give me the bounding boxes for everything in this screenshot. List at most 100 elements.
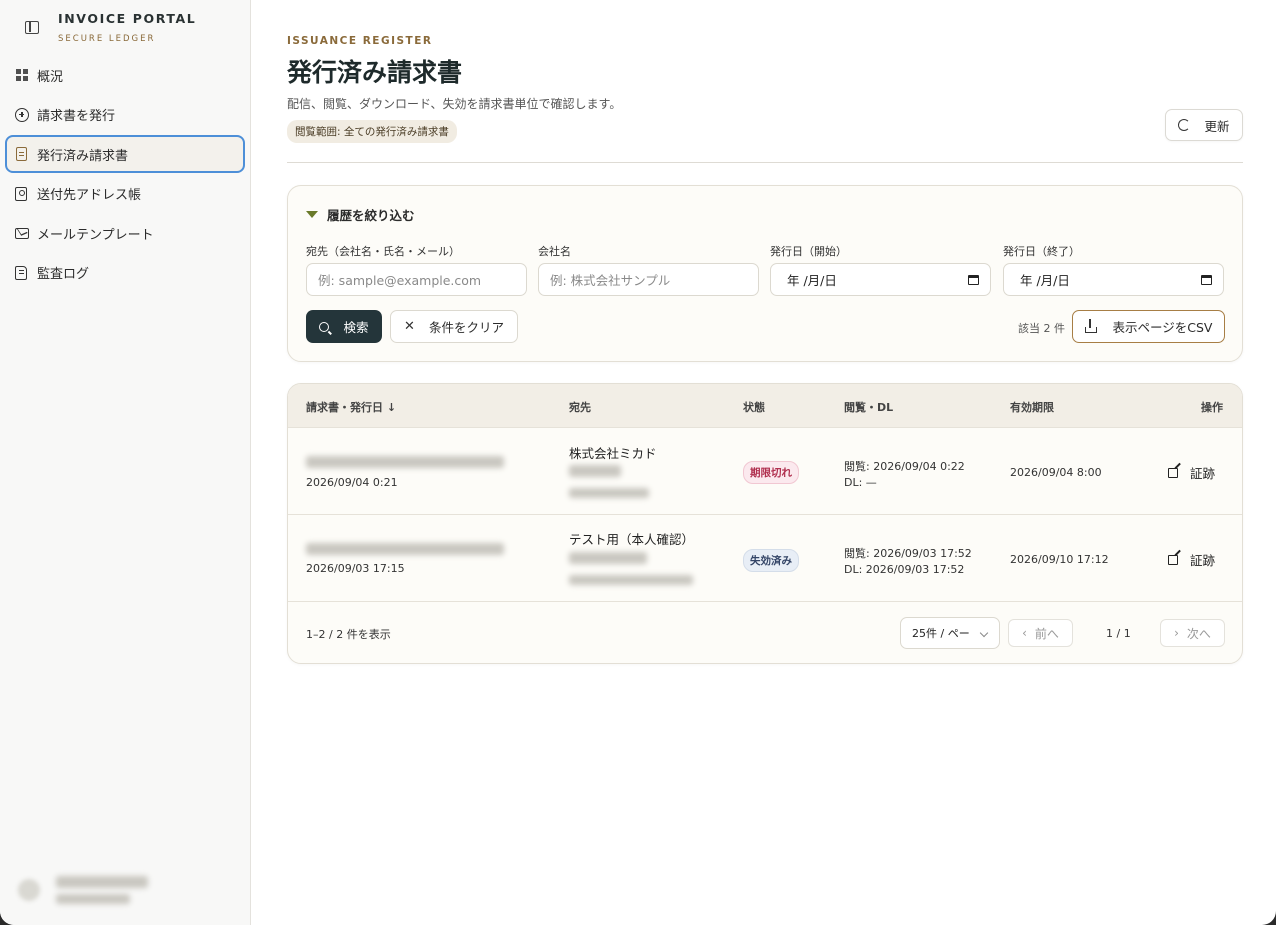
- prev-label: 前へ: [1034, 626, 1059, 641]
- table-footer: 1–2 / 2 件を表示 25件 / ペー ‹ 前へ 1 / 1 › 次へ: [288, 602, 1242, 662]
- page-description: 配信、閲覧、ダウンロード、失効を請求書単位で確認します。: [287, 97, 622, 111]
- view-time: 閲覧: 2026/09/03 17:52: [844, 547, 972, 560]
- page-eyebrow: ISSUANCE REGISTER: [287, 35, 433, 47]
- date-end-label: 発行日（終了）: [1003, 245, 1080, 258]
- sort-desc-icon: ↓: [386, 401, 397, 414]
- page-size-select[interactable]: 25件 / ペー: [900, 617, 1000, 649]
- date-start-label: 発行日（開始）: [770, 245, 847, 258]
- sidebar-toggle-icon[interactable]: [24, 19, 40, 35]
- filter-panel: 履歴を絞り込む 宛先（会社名・氏名・メール） 例: sample@example…: [287, 185, 1243, 362]
- document-icon: [16, 147, 27, 162]
- sidebar-item-label: 請求書を発行: [37, 109, 116, 125]
- recipient-company: テスト用（本人確認）: [569, 532, 695, 547]
- date-end-value: 年 /月/日: [1020, 273, 1070, 288]
- view-time: 閲覧: 2026/09/04 0:22: [844, 460, 965, 473]
- redacted-recipient-name: [569, 465, 621, 477]
- user-profile[interactable]: [18, 876, 148, 904]
- sidebar-item-audit-log[interactable]: 監査ログ: [5, 254, 245, 292]
- recipient-filter: 宛先（会社名・氏名・メール） 例: sample@example.com: [306, 243, 527, 296]
- refresh-button[interactable]: 更新: [1165, 109, 1243, 141]
- audit-trail-label: 証跡: [1190, 466, 1216, 481]
- download-time: DL: —: [844, 476, 877, 489]
- audit-trail-link[interactable]: 証跡: [1168, 550, 1215, 569]
- company-input[interactable]: 例: 株式会社サンプル: [538, 263, 759, 296]
- company-filter: 会社名 例: 株式会社サンプル: [538, 243, 759, 296]
- column-header-views: 閲覧・DL: [844, 401, 894, 414]
- filter-heading-text: 履歴を絞り込む: [327, 208, 415, 223]
- date-start-input[interactable]: 年 /月/日: [770, 263, 991, 296]
- filter-heading: 履歴を絞り込む: [306, 205, 415, 224]
- column-header-status: 状態: [743, 401, 765, 414]
- sidebar-item-label: 概況: [37, 69, 64, 85]
- app-window: INVOICE PORTAL SECURE LEDGER 概況 請求書を発行 発…: [0, 0, 1276, 925]
- recipient-field-label: 宛先（会社名・氏名・メール）: [306, 245, 460, 258]
- status-badge: 失効済み: [743, 549, 799, 572]
- csv-label: 表示ページをCSV: [1112, 320, 1213, 335]
- status-badge: 期限切れ: [743, 461, 799, 484]
- avatar: [18, 879, 40, 901]
- clear-filters-button[interactable]: ✕ 条件をクリア: [390, 310, 518, 343]
- redacted-recipient-name: [569, 552, 647, 564]
- plus-circle-icon: [15, 107, 29, 122]
- sidebar-item-issue-invoice[interactable]: 請求書を発行: [5, 96, 245, 134]
- redacted-invoice-number: [306, 543, 504, 555]
- page-title: 発行済み請求書: [287, 58, 463, 87]
- calendar-icon[interactable]: [968, 274, 979, 285]
- download-icon: [1084, 318, 1097, 333]
- sidebar-item-overview[interactable]: 概況: [5, 56, 245, 94]
- sidebar-item-address-book[interactable]: 送付先アドレス帳: [5, 175, 245, 213]
- column-header-expiry: 有効期限: [1010, 401, 1054, 414]
- recipient-input[interactable]: 例: sample@example.com: [306, 263, 527, 296]
- sidebar-item-mail-templates[interactable]: メールテンプレート: [5, 214, 245, 252]
- date-start-value: 年 /月/日: [787, 273, 837, 288]
- search-label: 検索: [343, 320, 369, 335]
- main-content: ISSUANCE REGISTER 発行済み請求書 配信、閲覧、ダウンロード、失…: [251, 0, 1276, 925]
- refresh-icon: [1178, 119, 1191, 131]
- brand-subtitle: SECURE LEDGER: [58, 34, 156, 44]
- external-link-icon: [1168, 554, 1178, 565]
- divider: [287, 162, 1243, 163]
- pagination-summary: 1–2 / 2 件を表示: [306, 628, 391, 641]
- expiry-date: 2026/09/10 17:12: [1010, 553, 1109, 566]
- redacted-user-email: [56, 894, 130, 904]
- filter-icon: [306, 211, 318, 218]
- export-csv-button[interactable]: 表示ページをCSV: [1072, 310, 1225, 343]
- expiry-date: 2026/09/04 8:00: [1010, 466, 1102, 479]
- redacted-recipient-email: [569, 488, 649, 498]
- recipient-company: 株式会社ミカド: [569, 446, 657, 461]
- date-end-filter: 発行日（終了） 年 /月/日: [1003, 243, 1224, 296]
- issued-date: 2026/09/04 0:21: [306, 476, 398, 489]
- mail-icon: [15, 227, 29, 239]
- sidebar-item-label: 送付先アドレス帳: [37, 188, 142, 204]
- brand: INVOICE PORTAL SECURE LEDGER: [24, 11, 196, 44]
- close-icon: ✕: [404, 319, 415, 334]
- sidebar-item-label: メールテンプレート: [37, 227, 154, 243]
- column-header-actions: 操作: [1201, 401, 1223, 414]
- refresh-label: 更新: [1204, 118, 1230, 134]
- prev-page-button[interactable]: ‹ 前へ: [1008, 619, 1073, 647]
- sidebar-item-issued-invoices[interactable]: 発行済み請求書: [5, 135, 245, 174]
- page-indicator: 1 / 1: [1106, 627, 1131, 640]
- issued-date: 2026/09/03 17:15: [306, 562, 405, 575]
- contact-book-icon: [15, 186, 27, 201]
- redacted-invoice-number: [306, 456, 504, 468]
- company-field-label: 会社名: [538, 245, 571, 258]
- redacted-user-name: [56, 876, 148, 888]
- column-header-recipient: 宛先: [569, 401, 591, 414]
- sidebar-item-label: 監査ログ: [37, 267, 90, 283]
- calendar-icon[interactable]: [1201, 274, 1212, 285]
- invoices-table: 請求書・発行日 ↓ 宛先 状態 閲覧・DL 有効期限 操作 2026/09/04…: [287, 383, 1243, 664]
- sidebar: INVOICE PORTAL SECURE LEDGER 概況 請求書を発行 発…: [0, 0, 251, 925]
- audit-trail-link[interactable]: 証跡: [1168, 463, 1215, 482]
- sidebar-item-label: 発行済み請求書: [37, 148, 129, 164]
- download-time: DL: 2026/09/03 17:52: [844, 563, 965, 576]
- scroll-icon: [15, 265, 27, 280]
- clear-label: 条件をクリア: [428, 320, 504, 335]
- column-header-invoice[interactable]: 請求書・発行日 ↓: [306, 399, 396, 415]
- chevron-left-icon: ‹: [1022, 626, 1027, 640]
- scope-badge: 閲覧範囲: 全ての発行済み請求書: [287, 120, 457, 143]
- result-count: 該当 2 件: [1018, 322, 1065, 335]
- search-button[interactable]: 検索: [306, 310, 382, 343]
- next-page-button[interactable]: › 次へ: [1160, 619, 1225, 647]
- date-end-input[interactable]: 年 /月/日: [1003, 263, 1224, 296]
